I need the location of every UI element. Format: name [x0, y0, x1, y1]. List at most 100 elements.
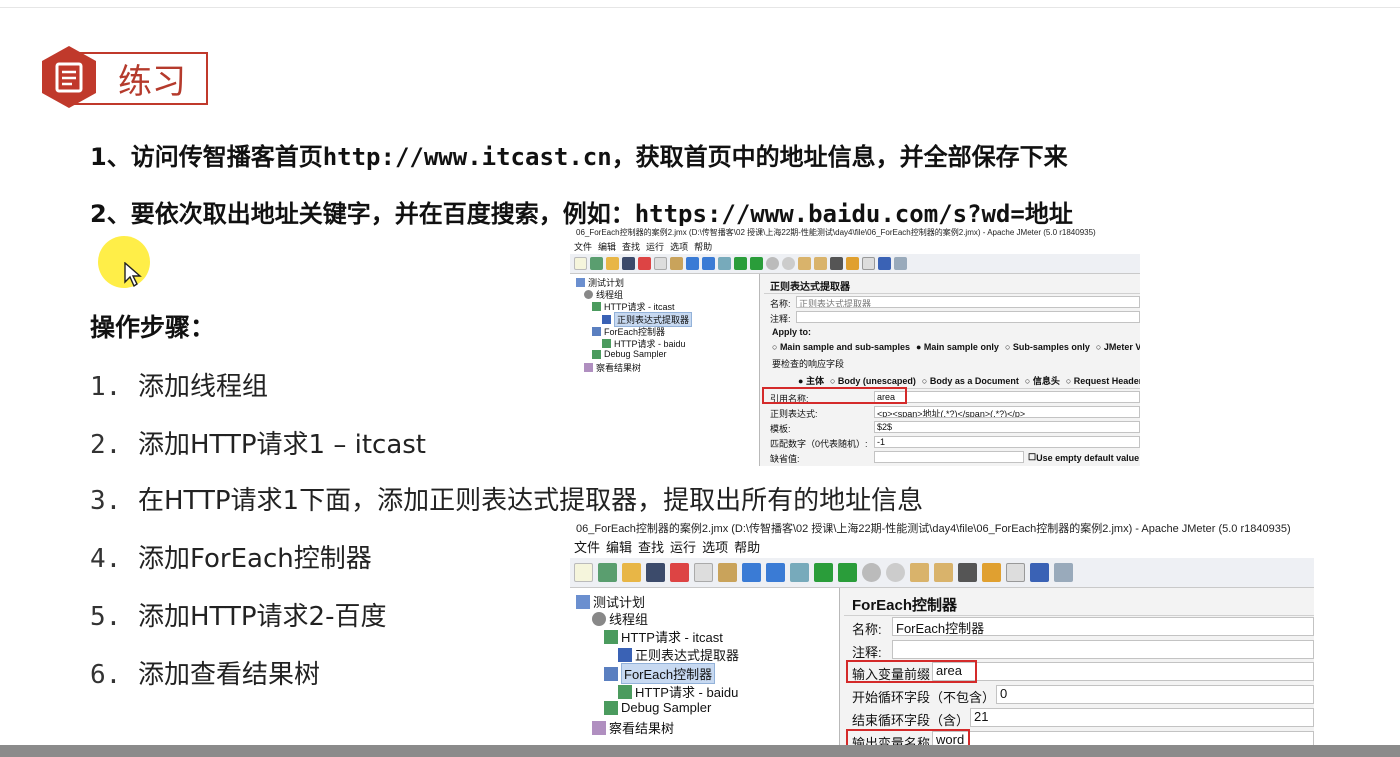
menu-options[interactable]: 选项	[702, 540, 728, 555]
help-icon[interactable]	[878, 257, 891, 270]
use-empty-default-checkbox[interactable]: ☐ Use empty default value	[1028, 452, 1139, 463]
save-icon[interactable]	[646, 563, 665, 582]
new-icon[interactable]	[574, 563, 593, 582]
menu-file[interactable]: 文件	[574, 540, 600, 555]
copy-icon[interactable]	[694, 563, 713, 582]
shutdown-icon[interactable]	[886, 563, 905, 582]
mouse-pointer-icon	[124, 262, 142, 288]
comment-field[interactable]	[796, 311, 1140, 323]
open-icon[interactable]	[606, 257, 619, 270]
menu-edit[interactable]: 编辑	[606, 540, 632, 555]
radio-jmeter-var[interactable]: ○ JMeter Var	[1096, 342, 1140, 352]
radio-body[interactable]: ● 主体	[798, 374, 824, 387]
reset-search-icon[interactable]	[982, 563, 1001, 582]
option-label: Main sample only	[923, 342, 999, 352]
search-icon[interactable]	[830, 257, 843, 270]
remote-icon[interactable]	[894, 257, 907, 270]
tree-label: 线程组	[609, 612, 649, 627]
input-prefix-field[interactable]: area	[932, 662, 1314, 681]
tree-item-result-tree[interactable]: 察看结果树	[592, 718, 674, 737]
stop-icon[interactable]	[766, 257, 779, 270]
ref-name-highlight	[762, 387, 907, 404]
save-icon[interactable]	[622, 257, 635, 270]
menu-help[interactable]: 帮助	[694, 242, 712, 252]
reset-search-icon[interactable]	[846, 257, 859, 270]
expand-icon[interactable]	[742, 563, 761, 582]
clear-all-icon[interactable]	[814, 257, 827, 270]
end-index-field[interactable]: 21	[970, 708, 1314, 727]
remote-icon[interactable]	[1054, 563, 1073, 582]
radio-body-document[interactable]: ○ Body as a Document	[922, 376, 1019, 386]
name-field[interactable]: 正则表达式提取器	[796, 296, 1140, 308]
slide-title: 练习	[118, 62, 186, 102]
radio-headers[interactable]: ○ 信息头	[1025, 374, 1060, 387]
expand-icon[interactable]	[686, 257, 699, 270]
clear-icon[interactable]	[798, 257, 811, 270]
paste-icon[interactable]	[718, 563, 737, 582]
stop-icon[interactable]	[862, 563, 881, 582]
tree-item-http-baidu[interactable]: HTTP请求 - baidu	[618, 682, 738, 701]
window-title: 06_ForEach控制器的案例2.jmx (D:\传智播客\02 授课\上海2…	[570, 520, 1314, 538]
video-progress-bar[interactable]	[0, 745, 1400, 757]
function-helper-icon[interactable]	[1006, 563, 1025, 582]
tree-item-debug-sampler[interactable]: Debug Sampler	[604, 700, 711, 715]
cut-icon[interactable]	[638, 257, 651, 270]
toggle-icon[interactable]	[718, 257, 731, 270]
step-5: 5. 添加HTTP请求2-百度	[90, 596, 386, 633]
radio-main-and-sub[interactable]: ○ Main sample and sub-samples	[772, 342, 910, 352]
step-3: 3. 在HTTP请求1下面，添加正则表达式提取器，提取出所有的地址信息	[90, 480, 923, 517]
start-no-pause-icon[interactable]	[838, 563, 857, 582]
menu-run[interactable]: 运行	[670, 540, 696, 555]
template-field[interactable]: $2$	[874, 421, 1140, 433]
panel-title: ForEach控制器	[852, 597, 958, 614]
name-field[interactable]: ForEach控制器	[892, 617, 1314, 636]
radio-request-headers[interactable]: ○ Request Headers	[1066, 376, 1140, 386]
comment-field[interactable]	[892, 640, 1314, 659]
collapse-icon[interactable]	[702, 257, 715, 270]
copy-icon[interactable]	[654, 257, 667, 270]
new-icon[interactable]	[574, 257, 587, 270]
match-no-field[interactable]: -1	[874, 436, 1140, 448]
cut-icon[interactable]	[670, 563, 689, 582]
start-icon[interactable]	[734, 257, 747, 270]
tree-item-result-tree[interactable]: 察看结果树	[584, 361, 641, 374]
templates-icon[interactable]	[590, 257, 603, 270]
templates-icon[interactable]	[598, 563, 617, 582]
comment-label: 注释:	[770, 314, 791, 324]
search-icon[interactable]	[958, 563, 977, 582]
tree-item-http-itcast[interactable]: HTTP请求 - itcast	[604, 627, 723, 646]
menu-edit[interactable]: 编辑	[598, 242, 616, 252]
function-helper-icon[interactable]	[862, 257, 875, 270]
radio-body-unescaped[interactable]: ○ Body (unescaped)	[830, 376, 916, 386]
radio-sub-only[interactable]: ○ Sub-samples only	[1005, 342, 1090, 352]
ref-name-field[interactable]: area	[874, 391, 1140, 403]
toggle-icon[interactable]	[790, 563, 809, 582]
open-icon[interactable]	[622, 563, 641, 582]
menu-options[interactable]: 选项	[670, 242, 688, 252]
clear-all-icon[interactable]	[934, 563, 953, 582]
match-no-label: 匹配数字（0代表随机）:	[770, 439, 868, 449]
menu-help[interactable]: 帮助	[734, 540, 760, 555]
task-1-url: http://www.itcast.cn	[322, 143, 612, 171]
collapse-icon[interactable]	[766, 563, 785, 582]
menu-search[interactable]: 查找	[622, 242, 640, 252]
tree-item-debug-sampler[interactable]: Debug Sampler	[592, 349, 667, 359]
start-no-pause-icon[interactable]	[750, 257, 763, 270]
tree-item-foreach[interactable]: ForEach控制器	[604, 663, 716, 684]
clear-icon[interactable]	[910, 563, 929, 582]
menu-run[interactable]: 运行	[646, 242, 664, 252]
shutdown-icon[interactable]	[782, 257, 795, 270]
start-index-field[interactable]: 0	[996, 685, 1314, 704]
tree-item-thread-group[interactable]: 线程组	[592, 609, 648, 628]
default-field[interactable]	[874, 451, 1024, 463]
regex-field[interactable]: <p><span>地址(.*?)</span>(.*?)</p>	[874, 406, 1140, 418]
foreach-controller-panel: ForEach控制器 名称: ForEach控制器 注释: 输入变量前缀 are…	[844, 588, 1314, 756]
tree-label: 察看结果树	[609, 721, 675, 736]
menu-search[interactable]: 查找	[638, 540, 664, 555]
radio-main-only[interactable]: ● Main sample only	[916, 342, 999, 352]
menu-file[interactable]: 文件	[574, 242, 592, 252]
tree-item-regex-extractor[interactable]: 正则表达式提取器	[618, 645, 739, 664]
paste-icon[interactable]	[670, 257, 683, 270]
help-icon[interactable]	[1030, 563, 1049, 582]
start-icon[interactable]	[814, 563, 833, 582]
